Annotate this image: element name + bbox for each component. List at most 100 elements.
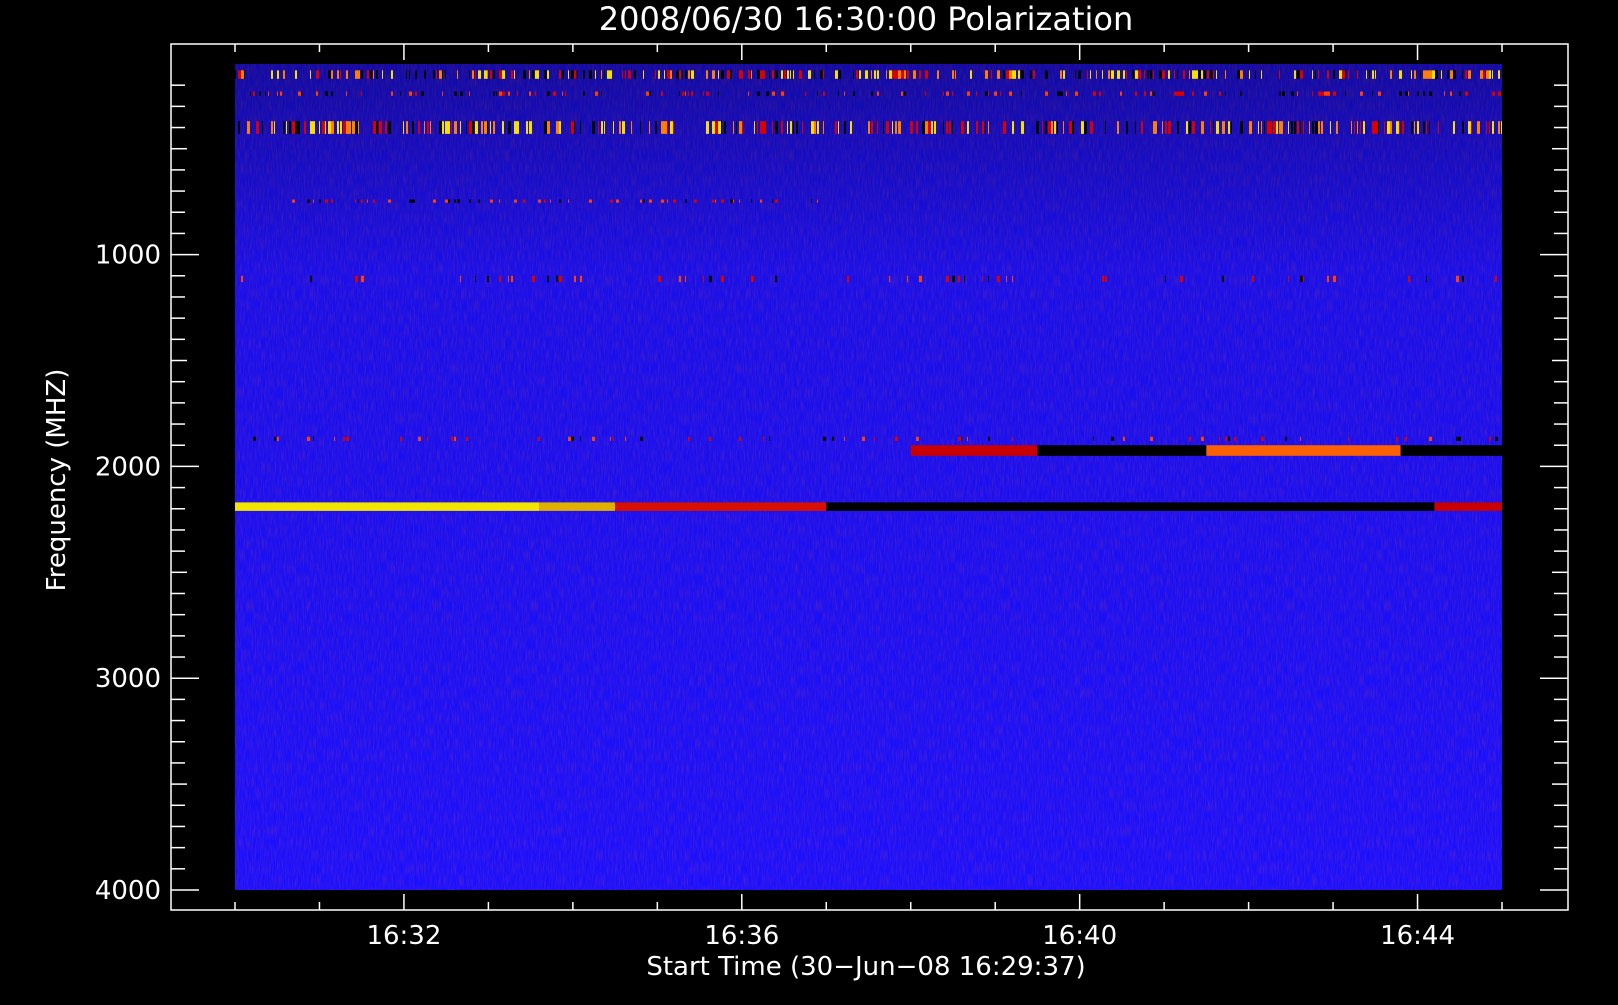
heatmap-speckle	[673, 199, 676, 203]
heatmap-speckle	[325, 121, 326, 134]
heatmap-speckle	[1378, 91, 1381, 96]
heatmap-speckle	[280, 91, 282, 96]
heatmap-speckle	[259, 91, 261, 96]
heatmap-speckle	[574, 275, 576, 283]
heatmap-speckle	[1126, 70, 1127, 79]
heatmap-speckle	[925, 121, 928, 134]
heatmap-speckle	[1465, 70, 1467, 79]
heatmap-speckle	[1411, 70, 1412, 79]
heatmap-speckle	[757, 121, 758, 134]
heatmap-speckle	[1180, 275, 1183, 283]
heatmap-speckle	[1069, 121, 1072, 134]
heatmap-speckle	[1165, 121, 1167, 134]
heatmap-speckle	[670, 121, 673, 134]
heatmap-speckle	[568, 436, 571, 441]
heatmap-speckle	[805, 91, 806, 96]
heatmap-speckle	[898, 70, 901, 79]
heatmap-speckle	[952, 91, 953, 96]
heatmap-speckle	[997, 70, 1000, 79]
heatmap-speckle	[1408, 275, 1410, 283]
heatmap-speckle	[967, 436, 968, 441]
heatmap-speckle	[838, 70, 841, 79]
heatmap-speckle	[1351, 121, 1352, 134]
heatmap-speckle	[985, 91, 988, 96]
heatmap-speckle	[490, 199, 493, 203]
heatmap-speckle	[475, 275, 476, 283]
heatmap-speckle	[1321, 91, 1324, 96]
heatmap-speckle	[610, 70, 612, 79]
heatmap-speckle	[958, 275, 960, 283]
heatmap-speckle	[1423, 121, 1425, 134]
heatmap-speckle	[847, 275, 849, 283]
heatmap-speckle	[457, 70, 458, 79]
heatmap-speckle	[1372, 91, 1373, 96]
heatmap-speckle	[1090, 121, 1093, 134]
heatmap-speckle	[1219, 91, 1221, 96]
heatmap-speckle	[877, 91, 879, 96]
heatmap-speckle	[844, 121, 846, 134]
heatmap-speckle	[346, 91, 347, 96]
heatmap-speckle	[718, 70, 719, 79]
heatmap-speckle	[907, 70, 909, 79]
heatmap-speckle	[1375, 70, 1376, 79]
heatmap-speckle	[532, 70, 534, 79]
heatmap-speckle	[592, 121, 595, 134]
heatmap-speckle	[310, 121, 313, 134]
heatmap-speckle	[1270, 121, 1272, 134]
heatmap-speckle	[343, 436, 345, 441]
x-tick-label: 16:44	[1380, 921, 1455, 951]
heatmap-speckle	[277, 91, 278, 96]
heatmap-speckle	[547, 70, 549, 79]
heatmap-speckle	[460, 121, 461, 134]
heatmap-speckle	[493, 121, 495, 134]
heatmap-speckle	[1126, 121, 1128, 134]
heatmap-speckle	[1291, 121, 1293, 134]
heatmap-speckle	[733, 199, 734, 203]
heatmap-speckle	[1033, 70, 1035, 79]
heatmap-speckle	[988, 91, 989, 96]
heatmap-speckle	[715, 121, 718, 134]
heatmap-speckle	[295, 70, 297, 79]
heatmap-speckle	[442, 70, 443, 79]
heatmap-speckle	[493, 70, 495, 79]
heatmap-speckle	[955, 70, 956, 79]
heatmap-speckle	[982, 121, 984, 134]
heatmap-speckle	[481, 121, 483, 134]
heatmap-speckle	[823, 436, 826, 441]
heatmap-speckle	[1168, 121, 1171, 134]
heatmap-speckle	[910, 121, 913, 134]
heatmap-speckle	[886, 121, 889, 134]
heatmap-speckle	[1324, 91, 1327, 96]
heatmap-speckle	[817, 121, 819, 134]
heatmap-speckle	[721, 70, 724, 79]
heatmap-speckle	[832, 436, 834, 441]
heatmap-speckle	[361, 70, 363, 79]
heatmap-speckle	[1096, 70, 1097, 79]
heatmap-speckle	[1348, 70, 1349, 79]
heatmap-speckle	[988, 121, 989, 134]
heatmap-speckle	[1435, 70, 1438, 79]
heatmap-speckle	[355, 121, 358, 134]
heatmap-speckle	[757, 91, 760, 96]
heatmap-speckle	[1210, 70, 1213, 79]
heatmap-speckle	[739, 70, 742, 79]
heatmap-speckle	[451, 121, 452, 134]
heatmap-speckle	[1159, 70, 1162, 79]
heatmap-speckle	[511, 275, 513, 283]
heatmap-speckle	[1084, 121, 1087, 134]
heatmap-segment	[235, 502, 540, 511]
heatmap-speckle	[775, 121, 778, 134]
heatmap-speckle	[1183, 91, 1184, 96]
heatmap-speckle	[1222, 121, 1225, 134]
heatmap-speckle	[1366, 70, 1367, 79]
heatmap-speckle	[358, 121, 359, 134]
heatmap-speckle	[310, 275, 312, 283]
heatmap-speckle	[862, 436, 865, 441]
heatmap-speckle	[694, 199, 697, 203]
heatmap-speckle	[892, 70, 895, 79]
heatmap-speckle	[469, 199, 471, 203]
heatmap-speckle	[331, 70, 333, 79]
heatmap-speckle	[1300, 70, 1303, 79]
heatmap-speckle	[679, 70, 681, 79]
heatmap-speckle	[409, 70, 410, 79]
